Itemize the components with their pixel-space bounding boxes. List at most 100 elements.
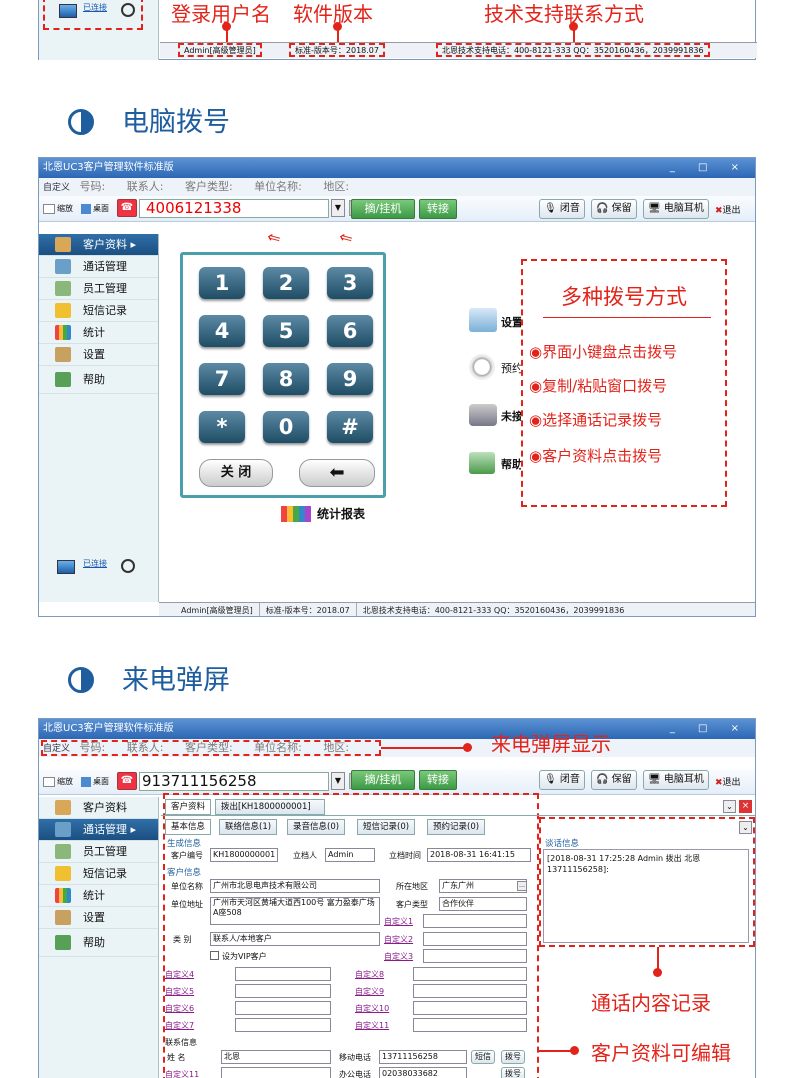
dial-number-input[interactable]: 4006121338: [139, 199, 329, 218]
custom-field-10-input[interactable]: [413, 1001, 527, 1015]
settings-desktop-label[interactable]: 设置: [501, 314, 523, 330]
sidebar-item-sms[interactable]: 短信记录: [39, 863, 158, 885]
pickup-hangup-button[interactable]: 摘/挂机: [351, 199, 415, 219]
field-creator[interactable]: Admin: [325, 848, 375, 862]
office-dial-button[interactable]: 拨号: [501, 1067, 525, 1078]
hold-button[interactable]: 🎧 保留: [591, 199, 637, 219]
field-region[interactable]: 广东广州: [439, 879, 527, 893]
exit-button[interactable]: ✖退出: [715, 203, 741, 216]
custom-field-2[interactable]: 自定义2: [384, 934, 413, 945]
sidebar-item-customers[interactable]: 客户资料: [39, 797, 158, 819]
custom-field-5-input[interactable]: [235, 984, 331, 998]
custom-field-6-input[interactable]: [235, 1001, 331, 1015]
custom-field-2-input[interactable]: [423, 932, 527, 946]
shrink-checkbox[interactable]: [43, 204, 55, 214]
mute-button[interactable]: 🎙 闭音: [539, 770, 585, 790]
stats-report-label[interactable]: 统计报表: [317, 505, 365, 522]
field-office[interactable]: 02038033682: [379, 1067, 467, 1078]
keypad-backspace-button[interactable]: ⬅: [299, 459, 375, 487]
key-1[interactable]: 1: [199, 267, 245, 299]
subtab-booking[interactable]: 预约记录(0): [427, 819, 486, 835]
custom-field-9-input[interactable]: [413, 984, 527, 998]
filter-type[interactable]: 客户类型:: [185, 180, 233, 193]
window-controls[interactable]: _ □ ×: [670, 719, 749, 739]
key-4[interactable]: 4: [199, 315, 245, 347]
window-controls[interactable]: _ □ ×: [670, 158, 749, 178]
popup-number-input[interactable]: 913711156258: [139, 772, 329, 791]
filter-number[interactable]: 号码:: [80, 180, 106, 193]
custom-field-9[interactable]: 自定义9: [355, 986, 384, 997]
number-dropdown-arrow[interactable]: ▼: [331, 199, 345, 217]
filter-area[interactable]: 地区:: [323, 180, 349, 193]
subtab-recording[interactable]: 录音信息(0): [287, 819, 346, 835]
sidebar-item-customers[interactable]: 客户资料 ▸: [39, 234, 158, 256]
custom-field-6[interactable]: 自定义6: [165, 1003, 194, 1014]
report-bar-chart-icon[interactable]: [281, 506, 311, 522]
custom-field-3-input[interactable]: [423, 949, 527, 963]
custom-field-1[interactable]: 自定义1: [384, 916, 413, 927]
custom-field-8[interactable]: 自定义8: [355, 969, 384, 980]
tab-customer-data[interactable]: 客户资料: [165, 799, 212, 815]
sidebar-item-stats[interactable]: 统计: [39, 322, 158, 344]
key-7[interactable]: 7: [199, 363, 245, 395]
subtab-sms[interactable]: 短信记录(0): [357, 819, 416, 835]
field-person[interactable]: 北恩: [221, 1050, 331, 1064]
pc-headset-button[interactable]: 🖥 电脑耳机: [643, 770, 709, 790]
field-create-time[interactable]: 2018-08-31 16:41:15: [427, 848, 531, 862]
shrink-checkbox[interactable]: [43, 777, 55, 787]
key-8[interactable]: 8: [263, 363, 309, 395]
talk-dropdown-icon[interactable]: ⌄: [739, 821, 752, 834]
custom-field-1-input[interactable]: [423, 914, 527, 928]
sidebar-item-staff[interactable]: 员工管理: [39, 841, 158, 863]
mute-button[interactable]: 🎙 闭音: [539, 199, 585, 219]
sidebar-item-help[interactable]: 帮助: [39, 366, 158, 394]
key-3[interactable]: 3: [327, 267, 373, 299]
custom-field-8-input[interactable]: [413, 967, 527, 981]
custom-field-3[interactable]: 自定义3: [384, 951, 413, 962]
field-company[interactable]: 广州市北恩电声技术有限公司: [210, 879, 380, 893]
filter-company[interactable]: 单位名称:: [254, 180, 302, 193]
sidebar-item-settings[interactable]: 设置: [39, 907, 158, 929]
tab-close-icon[interactable]: ×: [739, 800, 752, 813]
custom-field-4[interactable]: 自定义4: [165, 969, 194, 980]
key-star[interactable]: *: [199, 411, 245, 443]
hold-button[interactable]: 🎧 保留: [591, 770, 637, 790]
transfer-button[interactable]: 转接: [419, 770, 457, 790]
field-cust-no[interactable]: KH1800000001: [210, 848, 278, 862]
field-mobile[interactable]: 13711156258: [379, 1050, 467, 1064]
settings-desktop-icon[interactable]: [469, 308, 497, 332]
custom-field-7[interactable]: 自定义7: [165, 1020, 194, 1031]
help-desktop-icon[interactable]: [469, 452, 495, 474]
key-hash[interactable]: #: [327, 411, 373, 443]
desktop-icon[interactable]: [81, 204, 91, 214]
custom-field-12[interactable]: 自定义11: [165, 1069, 199, 1078]
custom-field-7-input[interactable]: [235, 1018, 331, 1032]
field-cust-type[interactable]: 合作伙伴: [439, 897, 527, 911]
custom-field-11[interactable]: 自定义11: [355, 1020, 389, 1031]
key-0[interactable]: 0: [263, 411, 309, 443]
sidebar-item-settings[interactable]: 设置: [39, 344, 158, 366]
transfer-button[interactable]: 转接: [419, 199, 457, 219]
help-desktop-label[interactable]: 帮助: [501, 456, 523, 472]
sidebar-item-calls[interactable]: 通话管理: [39, 256, 158, 278]
keypad-close-button[interactable]: 关 闭: [199, 459, 273, 487]
key-9[interactable]: 9: [327, 363, 373, 395]
tab-dropdown-icon[interactable]: ⌄: [723, 800, 736, 813]
phone-icon[interactable]: ☎: [117, 772, 137, 790]
field-address[interactable]: 广州市天河区黄埔大道西100号 富力盈泰广场A座508: [210, 897, 380, 925]
sidebar-item-help[interactable]: 帮助: [39, 929, 158, 957]
filter-contact[interactable]: 联系人:: [127, 180, 164, 193]
sidebar-item-sms[interactable]: 短信记录: [39, 300, 158, 322]
sidebar-item-staff[interactable]: 员工管理: [39, 278, 158, 300]
key-2[interactable]: 2: [263, 267, 309, 299]
custom-field-12-input[interactable]: [221, 1067, 331, 1078]
phone-desktop-icon[interactable]: [469, 404, 497, 426]
sidebar-item-stats[interactable]: 统计: [39, 885, 158, 907]
key-6[interactable]: 6: [327, 315, 373, 347]
custom-field-4-input[interactable]: [235, 967, 331, 981]
missed-desktop-label[interactable]: 未接: [501, 408, 523, 424]
dial-button[interactable]: 拨号: [501, 1050, 525, 1064]
custom-field-5[interactable]: 自定义5: [165, 986, 194, 997]
alarm-clock-icon[interactable]: [469, 354, 495, 380]
exit-button[interactable]: ✖退出: [715, 775, 741, 788]
